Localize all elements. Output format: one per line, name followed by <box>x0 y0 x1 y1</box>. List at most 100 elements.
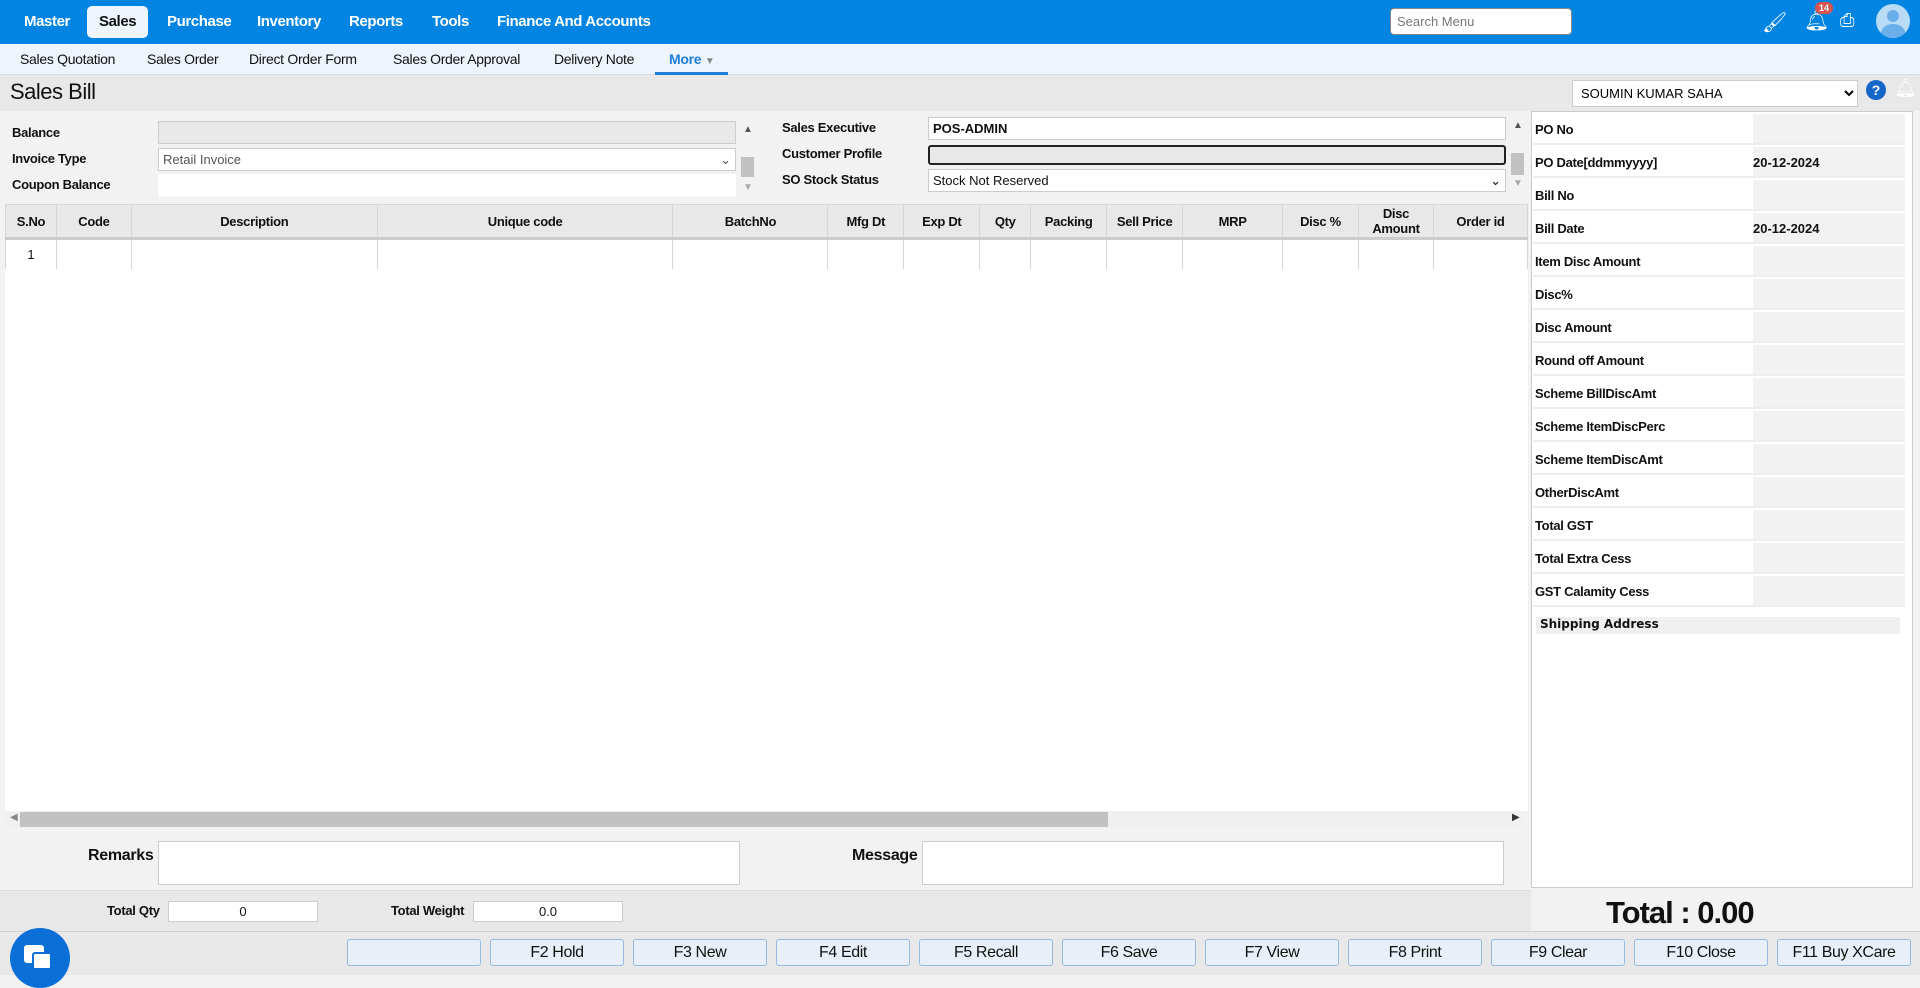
summary-value[interactable] <box>1753 411 1905 442</box>
table-cell[interactable] <box>1106 238 1184 270</box>
scroll-down-icon[interactable]: ▼ <box>741 182 755 193</box>
customer-profile-field[interactable] <box>928 145 1506 165</box>
summary-value[interactable] <box>1753 444 1905 475</box>
table-cell[interactable] <box>1432 238 1529 270</box>
menu-finance-and-accounts[interactable]: Finance And Accounts <box>485 6 662 38</box>
shipping-address-header: Shipping Address <box>1536 617 1900 634</box>
menu-master[interactable]: Master <box>12 6 82 38</box>
table-cell[interactable] <box>130 238 378 270</box>
table-cell[interactable]: 1 <box>5 238 57 270</box>
table-cell[interactable] <box>1282 238 1359 270</box>
subnav-sales-order[interactable]: Sales Order <box>147 44 219 75</box>
table-cell[interactable] <box>1357 238 1434 270</box>
scroll-up-icon[interactable]: ▲ <box>1511 120 1525 131</box>
scroll-left-icon[interactable]: ◀ <box>10 812 18 823</box>
subnav-sales-quotation[interactable]: Sales Quotation <box>20 44 115 75</box>
summary-label: Scheme ItemDiscAmt <box>1533 444 1753 475</box>
vertical-scrollbar[interactable] <box>741 157 754 177</box>
printer-icon[interactable]: ⎙ <box>1840 10 1854 31</box>
so-stock-status-label: SO Stock Status <box>782 172 879 187</box>
summary-value[interactable] <box>1753 543 1905 574</box>
subnav-more[interactable]: More ▼ <box>655 44 729 75</box>
blank-button[interactable] <box>347 939 481 966</box>
paint-brush-icon[interactable]: 🖌 <box>1762 10 1787 35</box>
subnav-delivery-note[interactable]: Delivery Note <box>554 44 634 75</box>
summary-value[interactable]: 20-12-2024 <box>1753 147 1905 178</box>
scroll-up-icon[interactable]: ▲ <box>741 124 755 135</box>
summary-value[interactable] <box>1753 378 1905 409</box>
chat-icon[interactable] <box>10 928 70 988</box>
more-label: More <box>669 51 702 67</box>
column-header: Code <box>55 204 132 240</box>
horizontal-scroll-thumb[interactable] <box>20 812 1108 827</box>
summary-row: Item Disc Amount <box>1533 246 1905 277</box>
coupon-balance-field[interactable] <box>158 174 736 197</box>
search-menu-input[interactable] <box>1390 8 1572 35</box>
button-f7-view[interactable]: F7 View <box>1205 939 1339 966</box>
table-cell[interactable] <box>903 238 981 270</box>
message-input[interactable] <box>922 841 1504 885</box>
so-stock-status-select[interactable]: Stock Not Reserved ⌄ <box>928 169 1506 192</box>
total-qty-label: Total Qty <box>107 903 160 918</box>
menu-sales[interactable]: Sales <box>87 6 149 38</box>
button-f6-save[interactable]: F6 Save <box>1062 939 1196 966</box>
grand-total: Total : 0.00 <box>1606 895 1755 930</box>
table-cell[interactable] <box>376 238 674 270</box>
summary-value[interactable] <box>1753 279 1905 310</box>
button-f10-close[interactable]: F10 Close <box>1634 939 1768 966</box>
table-cell[interactable] <box>55 238 132 270</box>
bell-icon[interactable]: 🔔︎ <box>1894 78 1917 99</box>
subnav-sales-order-approval[interactable]: Sales Order Approval <box>393 44 520 75</box>
menu-inventory[interactable]: Inventory <box>245 6 333 38</box>
customer-select[interactable]: SOUMIN KUMAR SAHA <box>1572 80 1858 107</box>
summary-value[interactable] <box>1753 312 1905 343</box>
sales-executive-label: Sales Executive <box>782 120 876 135</box>
menu-purchase[interactable]: Purchase <box>155 6 243 38</box>
summary-label: Total Extra Cess <box>1533 543 1753 574</box>
column-header: Packing <box>1030 204 1108 240</box>
table-row[interactable]: 1 <box>5 238 1529 270</box>
button-f11-buy-xcare[interactable]: F11 Buy XCare <box>1777 939 1911 966</box>
vertical-scrollbar[interactable] <box>1511 153 1524 175</box>
summary-value[interactable] <box>1753 477 1905 508</box>
column-header: Sell Price <box>1106 204 1184 240</box>
button-f3-new[interactable]: F3 New <box>633 939 767 966</box>
scroll-down-icon[interactable]: ▼ <box>1511 178 1525 189</box>
summary-value[interactable] <box>1753 345 1905 376</box>
button-f4-edit[interactable]: F4 Edit <box>776 939 910 966</box>
invoice-type-select[interactable]: Retail Invoice ⌄ <box>158 148 736 171</box>
summary-row: Disc% <box>1533 279 1905 310</box>
table-cell[interactable] <box>672 238 829 270</box>
column-header: S.No <box>5 204 57 240</box>
menu-tools[interactable]: Tools <box>420 6 481 38</box>
summary-value[interactable] <box>1753 180 1905 211</box>
button-f5-recall[interactable]: F5 Recall <box>919 939 1053 966</box>
sales-executive-field[interactable]: POS-ADMIN <box>928 117 1506 140</box>
remarks-input[interactable] <box>158 841 740 885</box>
page-title: Sales Bill <box>10 79 96 104</box>
summary-label: Bill Date <box>1533 213 1753 244</box>
summary-value[interactable] <box>1753 576 1905 607</box>
summary-value[interactable] <box>1753 510 1905 541</box>
summary-row: Round off Amount <box>1533 345 1905 376</box>
table-cell[interactable] <box>1030 238 1108 270</box>
button-f2-hold[interactable]: F2 Hold <box>490 939 624 966</box>
table-cell[interactable] <box>827 238 905 270</box>
menu-reports[interactable]: Reports <box>337 6 415 38</box>
button-f9-clear[interactable]: F9 Clear <box>1491 939 1625 966</box>
button-f8-print[interactable]: F8 Print <box>1348 939 1482 966</box>
summary-value[interactable] <box>1753 114 1905 145</box>
summary-row: Scheme ItemDiscPerc <box>1533 411 1905 442</box>
column-header: Unique code <box>376 204 674 240</box>
avatar[interactable] <box>1876 4 1910 38</box>
summary-value[interactable]: 20-12-2024 <box>1753 213 1905 244</box>
summary-value[interactable] <box>1753 246 1905 277</box>
table-cell[interactable] <box>1182 238 1284 270</box>
summary-label: Total GST <box>1533 510 1753 541</box>
column-header: Disc Amount <box>1357 204 1434 240</box>
chevron-down-icon: ⌄ <box>1490 173 1501 188</box>
table-cell[interactable] <box>979 238 1032 270</box>
help-icon[interactable]: ? <box>1866 80 1886 100</box>
subnav-direct-order-form[interactable]: Direct Order Form <box>249 44 357 75</box>
scroll-right-icon[interactable]: ▶ <box>1512 812 1520 823</box>
